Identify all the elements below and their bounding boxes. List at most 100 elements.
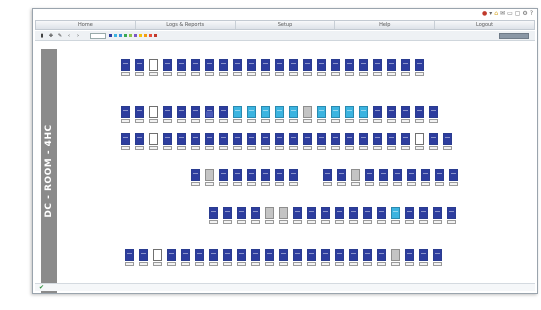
- rack-cabinet[interactable]: [275, 133, 284, 145]
- rack-cabinet[interactable]: [149, 133, 158, 145]
- rack-cabinet[interactable]: [177, 106, 186, 118]
- rack-cabinet[interactable]: [289, 133, 298, 145]
- record-icon[interactable]: ●: [482, 10, 487, 18]
- mail-icon[interactable]: ✉: [500, 10, 505, 18]
- rack-cabinet[interactable]: [415, 106, 424, 118]
- rack-cabinet[interactable]: [405, 249, 414, 261]
- page-icon[interactable]: ▢: [515, 10, 521, 18]
- feed-icon[interactable]: ▾: [489, 10, 492, 18]
- rack-cabinet[interactable]: [307, 249, 316, 261]
- rack-cabinet[interactable]: [191, 59, 200, 71]
- rack-cabinet[interactable]: [181, 249, 190, 261]
- rack-cabinet[interactable]: [429, 133, 438, 145]
- rack-cabinet[interactable]: [261, 59, 270, 71]
- rack-cabinet[interactable]: [135, 106, 144, 118]
- rack-cabinet[interactable]: [275, 169, 284, 181]
- draw-tool-icon[interactable]: ✎: [57, 33, 63, 39]
- rack-cabinet[interactable]: [205, 169, 214, 181]
- rack-cabinet[interactable]: [433, 207, 442, 219]
- rack-cabinet[interactable]: [335, 249, 344, 261]
- rack-cabinet[interactable]: [177, 59, 186, 71]
- pan-tool-icon[interactable]: ✥: [48, 33, 54, 39]
- rack-cabinet[interactable]: [233, 133, 242, 145]
- rack-cabinet[interactable]: [139, 249, 148, 261]
- undo-icon[interactable]: ‹: [66, 33, 72, 39]
- rack-cabinet[interactable]: [251, 249, 260, 261]
- rack-cabinet[interactable]: [321, 207, 330, 219]
- help-icon[interactable]: ?: [530, 10, 533, 18]
- rack-cabinet[interactable]: [429, 106, 438, 118]
- rack-cabinet[interactable]: [365, 169, 374, 181]
- rack-cabinet[interactable]: [219, 106, 228, 118]
- room-select[interactable]: [499, 32, 529, 39]
- rack-cabinet[interactable]: [363, 207, 372, 219]
- rack-cabinet[interactable]: [247, 133, 256, 145]
- rack-cabinet[interactable]: [233, 59, 242, 71]
- rack-cabinet[interactable]: [219, 169, 228, 181]
- rack-cabinet[interactable]: [335, 207, 344, 219]
- rack-cabinet[interactable]: [209, 249, 218, 261]
- rack-cabinet[interactable]: [247, 169, 256, 181]
- rack-cabinet[interactable]: [351, 169, 360, 181]
- rack-cabinet[interactable]: [345, 106, 354, 118]
- rack-cabinet[interactable]: [393, 169, 402, 181]
- rack-cabinet[interactable]: [303, 106, 312, 118]
- rack-cabinet[interactable]: [331, 106, 340, 118]
- rack-cabinet[interactable]: [379, 169, 388, 181]
- menu-setup[interactable]: Setup: [236, 21, 336, 29]
- rack-cabinet[interactable]: [415, 133, 424, 145]
- rack-cabinet[interactable]: [401, 59, 410, 71]
- rack-cabinet[interactable]: [247, 59, 256, 71]
- rack-cabinet[interactable]: [293, 249, 302, 261]
- rack-cabinet[interactable]: [149, 59, 158, 71]
- rack-cabinet[interactable]: [401, 133, 410, 145]
- menu-help[interactable]: Help: [335, 21, 436, 29]
- rack-cabinet[interactable]: [247, 106, 256, 118]
- rack-cabinet[interactable]: [163, 106, 172, 118]
- rack-cabinet[interactable]: [205, 133, 214, 145]
- print-icon[interactable]: ▭: [507, 10, 513, 18]
- rack-cabinet[interactable]: [317, 133, 326, 145]
- home-icon[interactable]: ⌂: [494, 10, 498, 18]
- rack-cabinet[interactable]: [163, 133, 172, 145]
- rack-cabinet[interactable]: [261, 169, 270, 181]
- rack-cabinet[interactable]: [251, 207, 260, 219]
- rack-cabinet[interactable]: [345, 59, 354, 71]
- rack-cabinet[interactable]: [377, 249, 386, 261]
- rack-cabinet[interactable]: [405, 207, 414, 219]
- rack-cabinet[interactable]: [219, 133, 228, 145]
- rack-cabinet[interactable]: [331, 133, 340, 145]
- rack-cabinet[interactable]: [289, 169, 298, 181]
- rack-cabinet[interactable]: [373, 133, 382, 145]
- rack-cabinet[interactable]: [177, 133, 186, 145]
- rack-cabinet[interactable]: [195, 249, 204, 261]
- rack-cabinet[interactable]: [435, 169, 444, 181]
- rack-cabinet[interactable]: [191, 169, 200, 181]
- rack-cabinet[interactable]: [337, 169, 346, 181]
- rack-cabinet[interactable]: [391, 249, 400, 261]
- rack-cabinet[interactable]: [415, 59, 424, 71]
- rack-cabinet[interactable]: [237, 207, 246, 219]
- rack-cabinet[interactable]: [275, 59, 284, 71]
- rack-cabinet[interactable]: [135, 133, 144, 145]
- rack-cabinet[interactable]: [261, 133, 270, 145]
- redo-icon[interactable]: ›: [75, 33, 81, 39]
- tools-icon[interactable]: ⚙: [522, 10, 527, 18]
- rack-cabinet[interactable]: [359, 59, 368, 71]
- rack-cabinet[interactable]: [121, 59, 130, 71]
- rack-cabinet[interactable]: [191, 106, 200, 118]
- rack-cabinet[interactable]: [237, 249, 246, 261]
- rack-cabinet[interactable]: [265, 249, 274, 261]
- rack-cabinet[interactable]: [323, 169, 332, 181]
- rack-cabinet[interactable]: [223, 207, 232, 219]
- rack-cabinet[interactable]: [289, 59, 298, 71]
- rack-cabinet[interactable]: [349, 249, 358, 261]
- rack-cabinet[interactable]: [149, 106, 158, 118]
- rack-cabinet[interactable]: [317, 59, 326, 71]
- rack-cabinet[interactable]: [373, 59, 382, 71]
- rack-cabinet[interactable]: [307, 207, 316, 219]
- rack-cabinet[interactable]: [373, 106, 382, 118]
- rack-cabinet[interactable]: [191, 133, 200, 145]
- rack-cabinet[interactable]: [331, 59, 340, 71]
- rack-cabinet[interactable]: [293, 207, 302, 219]
